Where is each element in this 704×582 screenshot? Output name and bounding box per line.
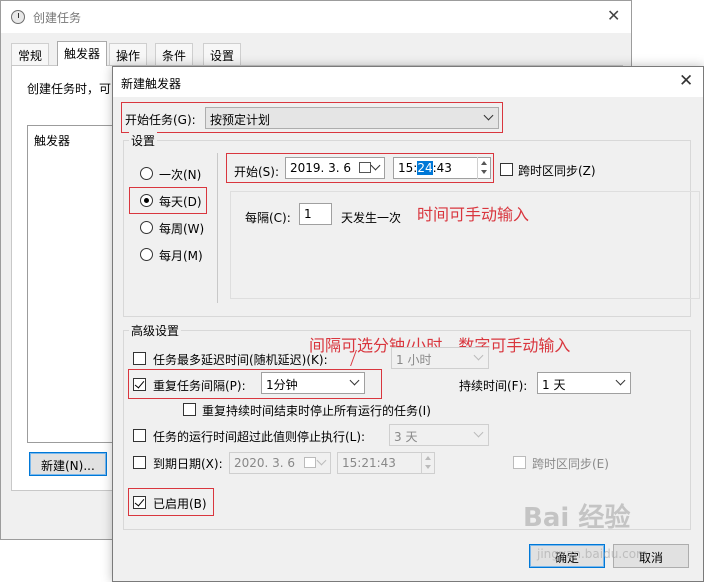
baidu-watermark-logo: Bai 经验 (523, 503, 631, 533)
recur-unit: 天发生一次 (341, 211, 402, 225)
highlight-daily (129, 187, 207, 214)
stop-longer-select[interactable]: 3 天 (389, 424, 489, 446)
task-scheduler-icon (11, 10, 25, 24)
tab-conditions[interactable]: 条件 (155, 43, 194, 65)
chevron-down-icon (615, 375, 626, 386)
baidu-watermark-url: jingyan.baidu.com (537, 547, 648, 561)
expire-time-input[interactable]: 15:21:43 (337, 452, 435, 474)
calendar-icon (304, 457, 316, 468)
delay-label: 任务最多延迟时间(随机延迟)(K): (153, 353, 328, 367)
duration-select[interactable]: 1 天 (537, 372, 631, 394)
sync-timezone-label: 跨时区同步(Z) (518, 164, 596, 178)
recur-input[interactable]: 1 (299, 203, 332, 225)
duration-value: 1 天 (542, 378, 566, 392)
back-close-icon[interactable]: ✕ (607, 6, 620, 25)
triggers-description: 创建任务时，可 (27, 82, 112, 96)
radio-monthly-label: 每月(M) (159, 249, 203, 263)
dialog-titlebar: 新建触发器 ✕ (113, 67, 703, 97)
back-window-title: 创建任务 (33, 11, 82, 25)
tab-actions[interactable]: 操作 (109, 43, 148, 65)
expire-time-value: 15:21:43 (342, 456, 396, 470)
tab-general[interactable]: 常规 (11, 43, 50, 65)
expire-sync-checkbox[interactable] (513, 456, 526, 469)
delay-select[interactable]: 1 小时 (391, 347, 489, 369)
stop-longer-checkbox[interactable] (133, 429, 146, 442)
settings-divider (217, 153, 218, 303)
radio-weekly[interactable] (140, 221, 153, 234)
highlight-begin-task (121, 102, 503, 133)
highlight-repeat (128, 369, 382, 399)
chevron-down-icon (473, 427, 484, 438)
expire-checkbox[interactable] (133, 456, 146, 469)
stop-longer-value: 3 天 (394, 430, 418, 444)
highlight-enabled (128, 488, 214, 516)
time-spinner[interactable] (421, 452, 434, 474)
back-titlebar: 创建任务 ✕ (1, 1, 631, 33)
radio-once-label: 一次(N) (159, 168, 202, 182)
recur-value: 1 (304, 207, 312, 221)
advanced-group-label: 高级设置 (129, 322, 182, 339)
duration-label: 持续时间(F): (459, 379, 528, 393)
new-trigger-button[interactable]: 新建(N)... (29, 452, 107, 476)
dialog-close-icon[interactable]: ✕ (679, 71, 693, 91)
expire-label: 到期日期(X): (153, 457, 223, 471)
delay-value: 1 小时 (396, 353, 432, 367)
triggers-list-header: 触发器 (34, 134, 71, 148)
radio-weekly-label: 每周(W) (159, 222, 205, 236)
time-annotation: 时间可手动输入 (417, 205, 530, 224)
chevron-down-icon (473, 350, 484, 361)
tab-triggers[interactable]: 触发器 (57, 41, 108, 66)
delay-checkbox[interactable] (133, 352, 146, 365)
new-trigger-dialog: 新建触发器 ✕ 开始任务(G): 按预定计划 设置 一次(N) 每天(D) 每周… (112, 66, 704, 582)
recur-label: 每隔(C): (245, 211, 291, 225)
sync-timezone-checkbox[interactable] (500, 163, 513, 176)
radio-monthly[interactable] (140, 248, 153, 261)
stop-longer-label: 任务的运行时间超过此值则停止执行(L): (153, 430, 366, 444)
tab-settings[interactable]: 设置 (203, 43, 242, 65)
expire-date-value: 2020. 3. 6 (234, 456, 296, 470)
settings-group-label: 设置 (129, 132, 158, 149)
expire-date-picker[interactable]: 2020. 3. 6 (229, 452, 331, 474)
chevron-down-icon (316, 455, 327, 466)
stop-all-label: 重复持续时间结束时停止所有运行的任务(I) (202, 404, 431, 418)
stop-all-checkbox[interactable] (183, 403, 196, 416)
dialog-title: 新建触发器 (121, 77, 182, 91)
highlight-start (226, 153, 494, 183)
radio-once[interactable] (140, 167, 153, 180)
expire-sync-label: 跨时区同步(E) (532, 457, 609, 471)
